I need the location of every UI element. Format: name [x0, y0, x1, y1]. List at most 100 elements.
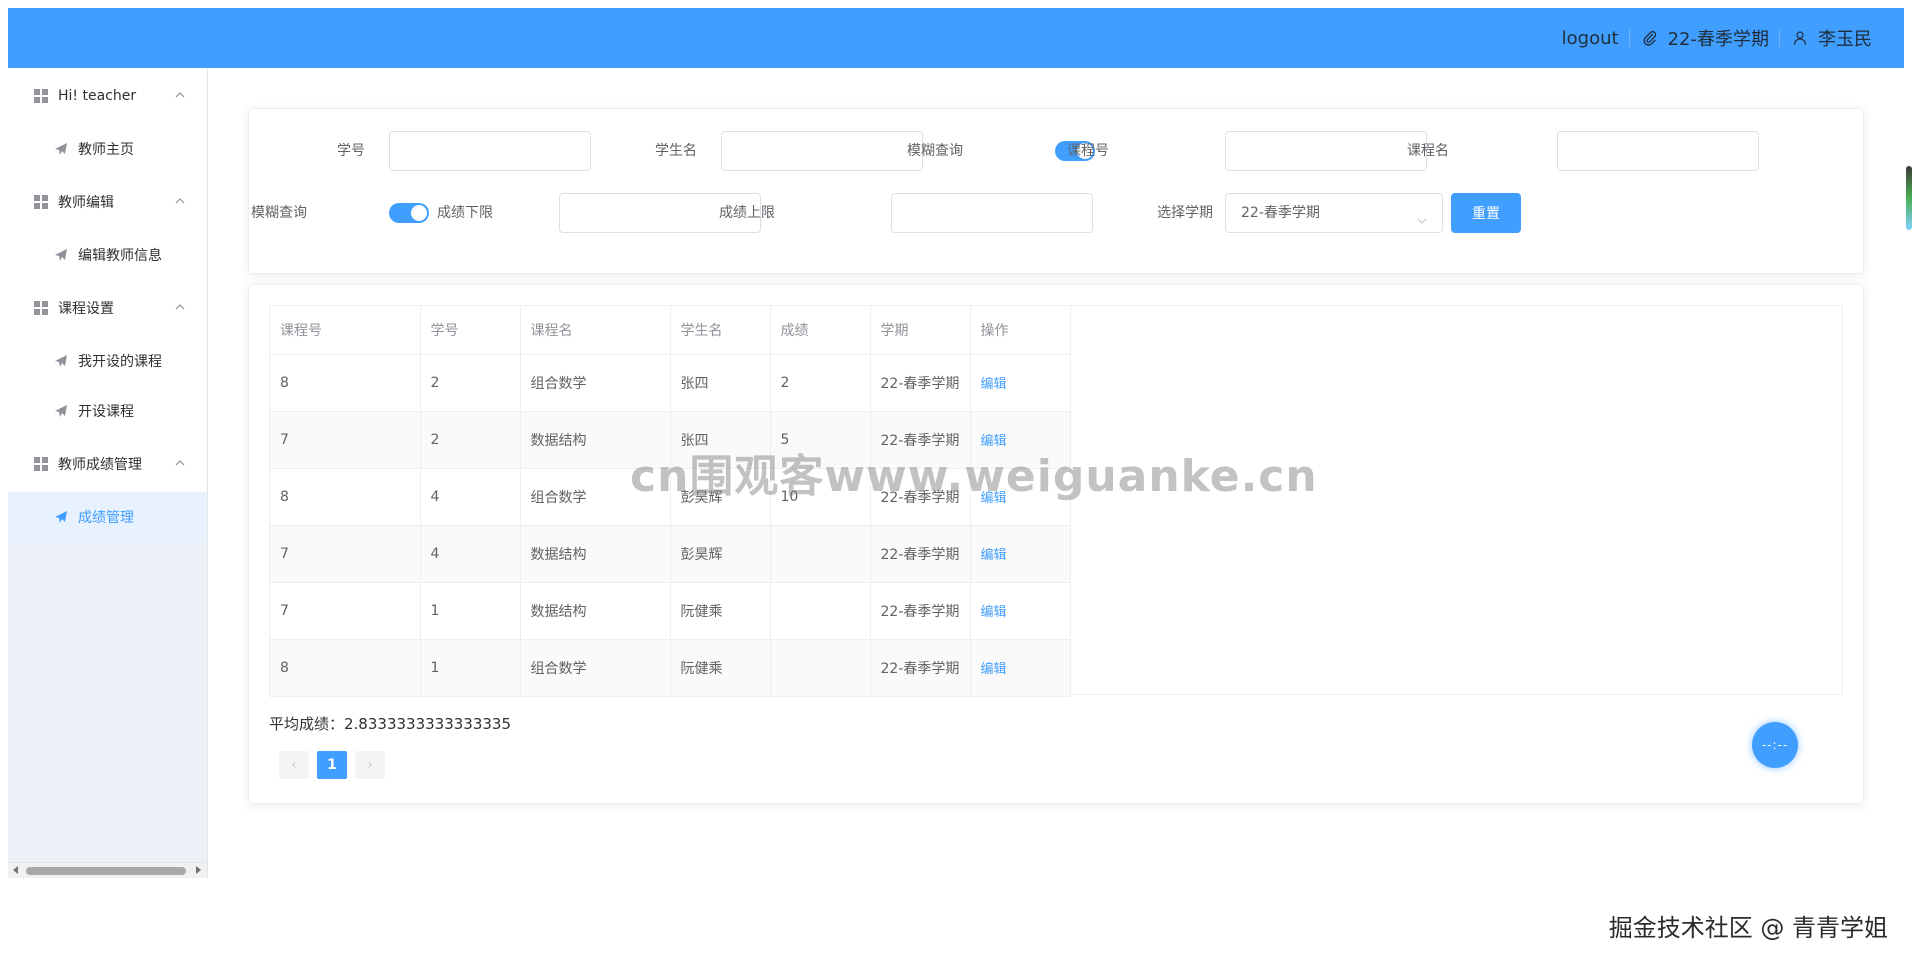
menu-group-hi-teacher[interactable]: Hi! teacher: [8, 76, 207, 116]
menu-group-label: 教师编辑: [58, 195, 114, 211]
table-header-row: 课程号 学号 课程名 学生名 成绩 学期 操作: [270, 306, 1071, 355]
scrollbar-thumb[interactable]: [26, 867, 186, 875]
cell-action: 编辑: [970, 639, 1071, 697]
score-max-label: 成绩上限: [719, 205, 775, 221]
watermark-text: cn围观客www.weiguanke.cn: [630, 451, 1318, 502]
cell-score: [770, 582, 871, 640]
sidebar-item-label: 开设课程: [78, 404, 134, 420]
chevron-up-icon: [175, 456, 185, 472]
cell-course-id: 7: [270, 411, 421, 469]
chevron-up-icon: [175, 88, 185, 104]
cell-student-id: 4: [420, 468, 521, 526]
paper-plane-icon: [54, 248, 68, 262]
student-id-input[interactable]: [389, 131, 591, 171]
credit-text: 掘金技术社区 @ 青青学姐: [1608, 914, 1888, 942]
paper-plane-icon: [54, 354, 68, 368]
cell-student-name: 彭昊辉: [670, 525, 771, 583]
edit-link[interactable]: 编辑: [981, 548, 1007, 563]
scroll-right-arrow-icon[interactable]: [196, 866, 201, 874]
menu-group-course-settings[interactable]: 课程设置: [8, 288, 207, 328]
menu-group-label: 教师成绩管理: [58, 457, 142, 473]
grid-icon: [34, 301, 48, 315]
grid-icon: [34, 457, 48, 471]
col-semester: 学期: [870, 306, 971, 355]
course-id-label: 课程号: [1067, 143, 1109, 159]
filter-panel: 学号 学生名 模糊查询 课程号 课程名 模糊查询 成绩下限 成绩上限 选择学期 …: [248, 108, 1864, 274]
cell-student-id: 2: [420, 354, 521, 412]
cell-action: 编辑: [970, 582, 1071, 640]
score-min-label: 成绩下限: [437, 205, 493, 221]
semester-select[interactable]: 22-春季学期: [1225, 193, 1443, 233]
sidebar-item-teacher-home[interactable]: 教师主页: [8, 124, 207, 174]
current-semester: 22-春季学期: [1667, 29, 1769, 50]
average-score: 平均成绩：2.8333333333333335: [269, 715, 512, 733]
col-action: 操作: [970, 306, 1071, 355]
menu-group-label: Hi! teacher: [58, 88, 137, 104]
cell-student-id: 1: [420, 639, 521, 697]
course-name-input[interactable]: [1557, 131, 1759, 171]
menu-group-label: 课程设置: [58, 301, 114, 317]
sidebar-item-open-course[interactable]: 开设课程: [8, 386, 207, 436]
col-score: 成绩: [770, 306, 871, 355]
edit-link[interactable]: 编辑: [981, 662, 1007, 677]
sidebar-item-label: 编辑教师信息: [78, 248, 162, 264]
user-icon: [1792, 30, 1808, 46]
table-row: 7 4 数据结构 彭昊辉 22-春季学期 编辑: [270, 525, 1071, 583]
cell-student-id: 1: [420, 582, 521, 640]
col-student-name: 学生名: [670, 306, 771, 355]
sidebar-item-grades[interactable]: 成绩管理: [8, 492, 207, 542]
col-student-id: 学号: [420, 306, 521, 355]
cell-score: 2: [770, 354, 871, 412]
sidebar-item-label: 教师主页: [78, 142, 134, 158]
sidebar-item-label: 成绩管理: [78, 510, 134, 526]
paper-plane-icon: [54, 142, 68, 156]
sidebar-item-edit-teacher-info[interactable]: 编辑教师信息: [8, 230, 207, 280]
cell-student-name: 阮健乘: [670, 582, 771, 640]
cell-semester: 22-春季学期: [870, 354, 971, 412]
edit-link[interactable]: 编辑: [981, 377, 1007, 392]
table-row: 8 1 组合数学 阮健乘 22-春季学期 编辑: [270, 639, 1071, 697]
semester-select-value: 22-春季学期: [1241, 205, 1320, 221]
edit-link[interactable]: 编辑: [981, 605, 1007, 620]
paper-plane-icon: [54, 510, 68, 524]
sidebar-item-my-courses[interactable]: 我开设的课程: [8, 336, 207, 386]
col-course-name: 课程名: [520, 306, 671, 355]
sidebar-item-label: 我开设的课程: [78, 354, 162, 370]
sidebar-background: [8, 492, 207, 862]
fuzzy-query-label-2: 模糊查询: [251, 205, 307, 221]
grid-icon: [34, 195, 48, 209]
logout-link[interactable]: logout: [1562, 28, 1619, 49]
student-name-label: 学生名: [655, 143, 697, 159]
edge-indicator: [1906, 166, 1912, 230]
cell-student-name: 张四: [670, 354, 771, 412]
cell-student-id: 4: [420, 525, 521, 583]
page-number-button[interactable]: 1: [317, 751, 347, 779]
cell-course-name: 组合数学: [520, 354, 671, 412]
cell-course-id: 8: [270, 354, 421, 412]
scroll-left-arrow-icon[interactable]: [13, 866, 18, 874]
prev-page-button[interactable]: ‹: [279, 751, 309, 779]
cell-semester: 22-春季学期: [870, 639, 971, 697]
cell-semester: 22-春季学期: [870, 525, 971, 583]
cell-course-name: 数据结构: [520, 582, 671, 640]
cell-course-id: 8: [270, 639, 421, 697]
semester-label: 选择学期: [1157, 205, 1213, 221]
cell-course-name: 数据结构: [520, 525, 671, 583]
next-page-button[interactable]: ›: [355, 751, 385, 779]
user-name[interactable]: 李玉民: [1818, 25, 1872, 51]
cell-course-id: 7: [270, 525, 421, 583]
menu-group-grade-management[interactable]: 教师成绩管理: [8, 444, 207, 484]
score-max-input[interactable]: [891, 193, 1093, 233]
cell-score: [770, 639, 871, 697]
cell-course-id: 8: [270, 468, 421, 526]
floating-action-button[interactable]: --:--: [1752, 722, 1798, 768]
results-panel: 课程号 学号 课程名 学生名 成绩 学期 操作 8 2 组合数学 张四 2 22…: [248, 284, 1864, 804]
sidebar-horizontal-scrollbar[interactable]: [8, 862, 207, 878]
cell-score: [770, 525, 871, 583]
menu-group-teacher-edit[interactable]: 教师编辑: [8, 182, 207, 222]
cell-course-name: 组合数学: [520, 639, 671, 697]
cell-action: 编辑: [970, 525, 1071, 583]
reset-button[interactable]: 重置: [1451, 193, 1521, 233]
grid-icon: [34, 89, 48, 103]
cell-student-name: 阮健乘: [670, 639, 771, 697]
